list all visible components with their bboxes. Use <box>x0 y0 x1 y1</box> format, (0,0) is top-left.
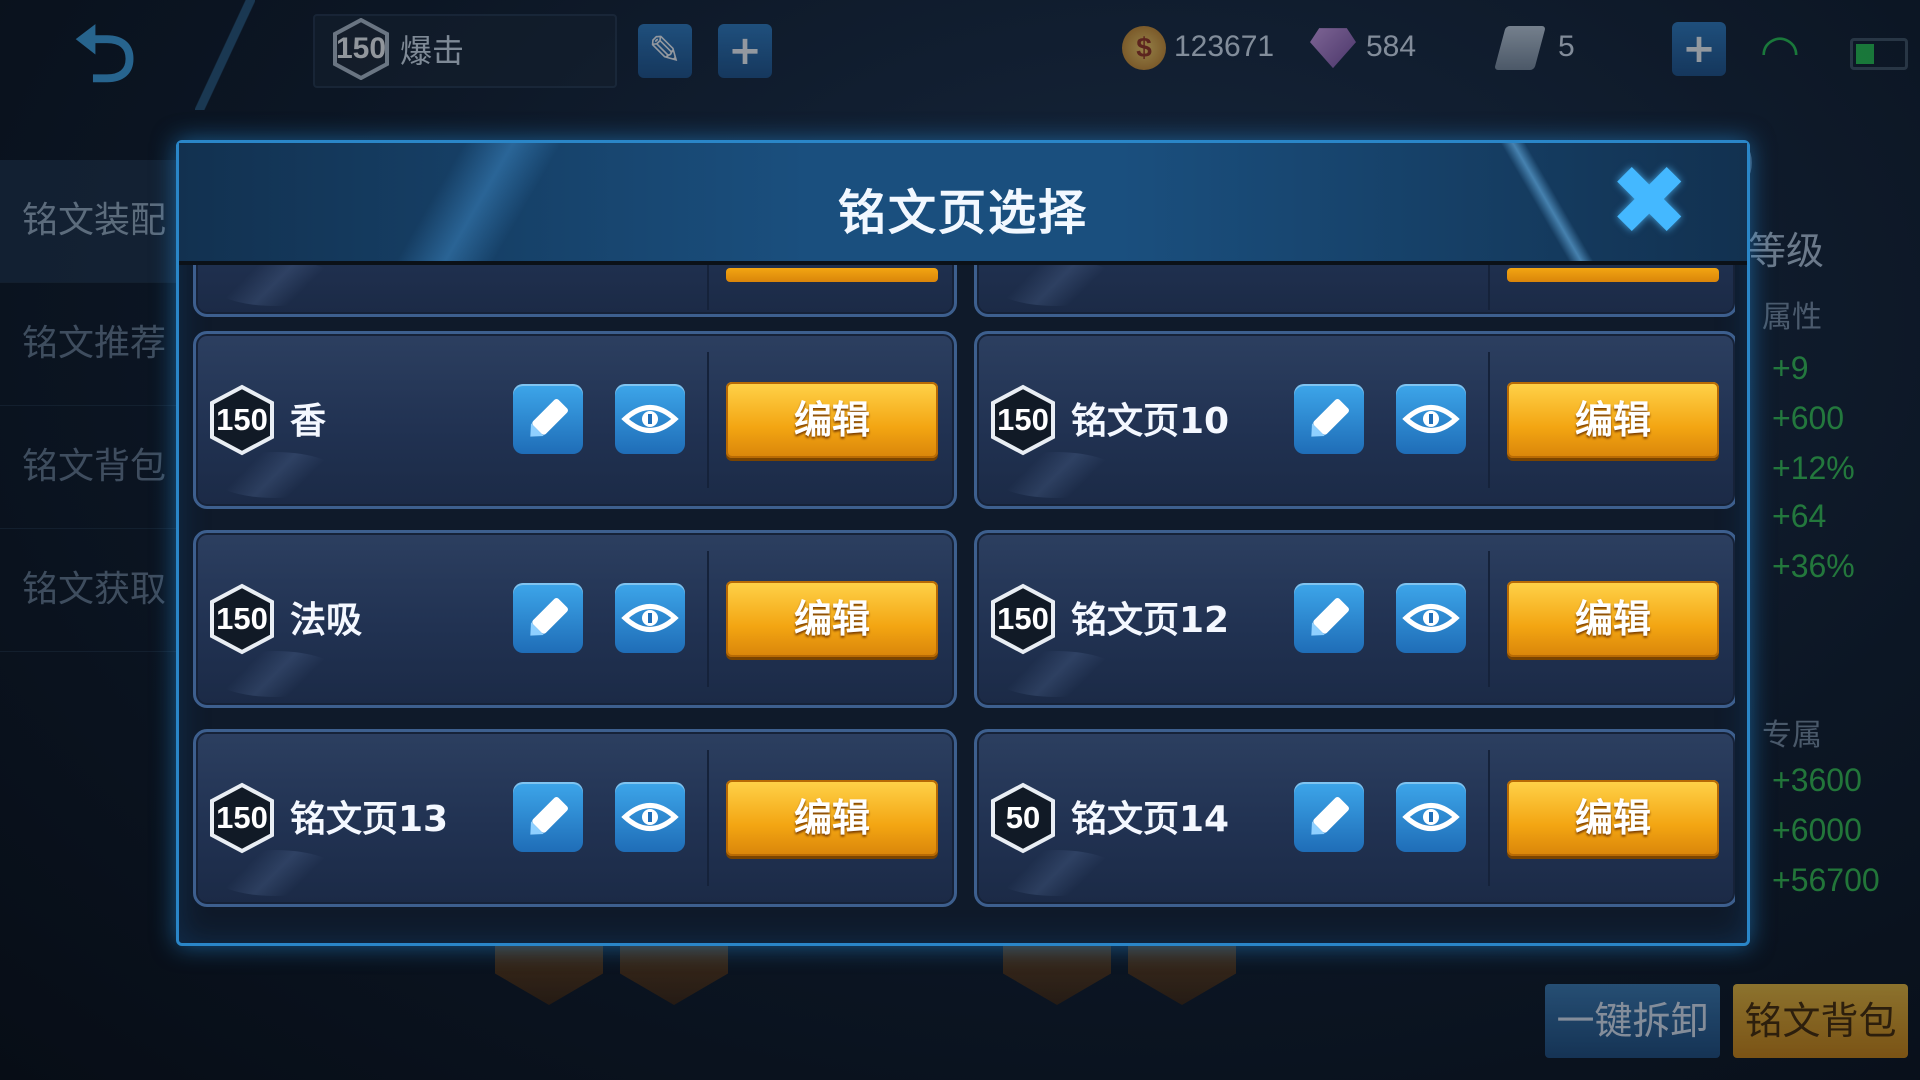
page-level-badge: 150 <box>987 583 1059 655</box>
rune-page-card[interactable]: 150 铭文页12 编辑 <box>974 530 1735 708</box>
game-screen: ⮌ 150 爆击 ✎ + $123671 584 5 + ◠ 铭文装配 铭文推荐… <box>0 0 1920 1080</box>
list-item <box>193 265 957 317</box>
page-name: 铭文页10 <box>1071 401 1230 442</box>
edit-button[interactable]: 编辑 <box>726 780 938 856</box>
stat-value: +12% <box>1772 450 1855 486</box>
page-name: 铭文页12 <box>1071 600 1230 641</box>
pencil-icon[interactable] <box>1294 384 1364 454</box>
menu-rune-obtain[interactable]: 铭文获取 <box>0 529 180 652</box>
rune-page-card[interactable]: 50 铭文页14 编辑 <box>974 729 1735 907</box>
page-level-badge: 150 <box>206 384 278 456</box>
rename-page-button[interactable]: ✎ <box>638 24 692 78</box>
edit-button[interactable]: 编辑 <box>726 382 938 458</box>
menu-rune-assembly[interactable]: 铭文装配 <box>0 160 180 283</box>
current-page-level-badge: 150 <box>330 18 392 80</box>
stat-value: +9 <box>1772 350 1809 386</box>
stat-value: +56700 <box>1772 862 1880 898</box>
add-currency-button[interactable]: + <box>1672 22 1726 76</box>
eye-icon[interactable] <box>1396 782 1466 852</box>
rune-page-list[interactable]: 150 香 编辑 150 铭文页10 编辑 150 法吸 编辑 150 铭文页1… <box>185 265 1735 935</box>
left-menu: 铭文装配 铭文推荐 铭文背包 铭文获取 <box>0 160 180 652</box>
attributes-label: 属性 <box>1762 300 1822 335</box>
rune-page-card[interactable]: 150 铭文页13 编辑 <box>193 729 957 907</box>
edit-button[interactable]: 编辑 <box>1507 382 1719 458</box>
eye-icon[interactable] <box>1396 583 1466 653</box>
eye-icon[interactable] <box>615 583 685 653</box>
stat-value: +64 <box>1772 498 1827 534</box>
stat-value: +6000 <box>1772 812 1862 848</box>
stat-value: +3600 <box>1772 762 1862 798</box>
eye-icon[interactable] <box>1396 384 1466 454</box>
eye-icon[interactable] <box>615 384 685 454</box>
add-page-button[interactable]: + <box>718 24 772 78</box>
unload-all-button[interactable]: 一键拆卸 <box>1545 984 1720 1058</box>
current-page-name: 爆击 <box>400 32 465 70</box>
page-level-badge: 50 <box>987 782 1059 854</box>
rune-bag-button[interactable]: 铭文背包 <box>1733 984 1908 1058</box>
pencil-icon[interactable] <box>1294 583 1364 653</box>
stat-value: +600 <box>1772 400 1845 436</box>
gold-coin-icon: $ <box>1122 26 1166 71</box>
battery-icon <box>1850 38 1908 70</box>
rune-page-select-dialog: 铭文页选择 ✖ 150 香 编辑 150 铭文页10 编辑 150 法吸 编辑 … <box>176 140 1750 946</box>
back-arrow-icon[interactable]: ⮌ <box>40 12 170 98</box>
wifi-icon: ◠ <box>1759 24 1801 78</box>
page-name: 铭文页14 <box>1071 799 1230 840</box>
edit-button[interactable]: 编辑 <box>1507 780 1719 856</box>
menu-rune-recommend[interactable]: 铭文推荐 <box>0 283 180 406</box>
rune-level-label: 等级 <box>1748 229 1825 273</box>
page-name: 香 <box>290 401 327 442</box>
page-level-badge: 150 <box>206 583 278 655</box>
eye-icon[interactable] <box>615 782 685 852</box>
page-name: 铭文页13 <box>290 799 449 840</box>
pencil-icon[interactable] <box>513 782 583 852</box>
stat-value: +36% <box>1772 548 1855 584</box>
dialog-title: 铭文页选择 <box>837 185 1088 241</box>
ticket-counter: 5 <box>1494 22 1575 72</box>
gem-icon <box>1310 28 1356 69</box>
pencil-icon[interactable] <box>513 583 583 653</box>
gem-counter: 584 <box>1310 22 1416 72</box>
menu-rune-bag[interactable]: 铭文背包 <box>0 406 180 529</box>
exclusive-label: 专属 <box>1762 718 1822 753</box>
pencil-icon[interactable] <box>513 384 583 454</box>
edit-button[interactable]: 编辑 <box>1507 581 1719 657</box>
gold-counter: $123671 <box>1122 22 1274 72</box>
page-level-badge: 150 <box>987 384 1059 456</box>
rune-page-card[interactable]: 150 铭文页10 编辑 <box>974 331 1735 509</box>
page-level-badge: 150 <box>206 782 278 854</box>
edit-button[interactable]: 编辑 <box>726 581 938 657</box>
list-item <box>974 265 1735 317</box>
rune-page-card[interactable]: 150 法吸 编辑 <box>193 530 957 708</box>
header-divider <box>195 0 255 110</box>
close-icon[interactable]: ✖ <box>1609 153 1689 249</box>
pencil-icon[interactable] <box>1294 782 1364 852</box>
dialog-header: 铭文页选择 ✖ <box>179 143 1747 265</box>
page-name: 法吸 <box>290 600 363 641</box>
ticket-icon <box>1494 26 1546 71</box>
rune-page-card[interactable]: 150 香 编辑 <box>193 331 957 509</box>
